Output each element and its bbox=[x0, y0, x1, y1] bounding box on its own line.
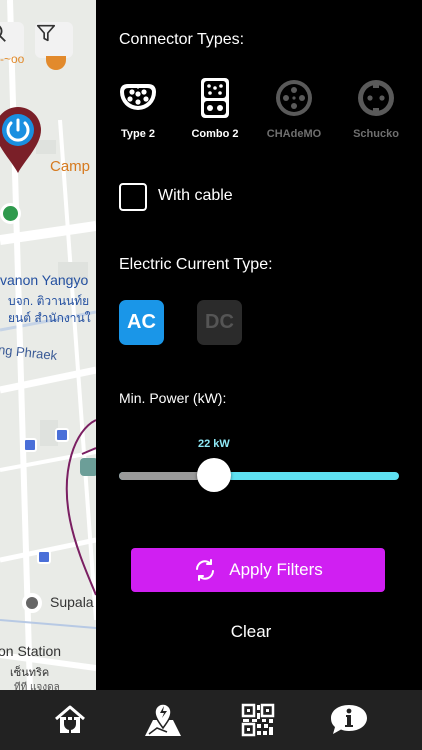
grey-poi-icon[interactable] bbox=[22, 593, 42, 613]
map-label-thai-4: ทีที แจงดล bbox=[14, 682, 60, 690]
min-power-slider-thumb[interactable] bbox=[197, 458, 232, 492]
connector-combo2-label: Combo 2 bbox=[191, 128, 239, 140]
map-label-station: on Station bbox=[0, 643, 62, 659]
connector-type2[interactable]: Type 2 bbox=[108, 76, 168, 140]
search-icon bbox=[0, 25, 6, 42]
schucko-connector-icon bbox=[358, 80, 394, 116]
apply-filters-button[interactable]: Apply Filters bbox=[131, 548, 385, 592]
nav-info[interactable] bbox=[327, 700, 371, 740]
apply-filters-label: Apply Filters bbox=[229, 560, 323, 579]
connector-schucko[interactable]: Schucko bbox=[346, 76, 406, 140]
map-label-supala: Supala bbox=[50, 594, 94, 610]
connector-schucko-label: Schucko bbox=[353, 128, 399, 140]
clear-filters-button[interactable]: Clear bbox=[96, 622, 406, 642]
home-charger-icon bbox=[55, 705, 85, 733]
connector-combo2[interactable]: Combo 2 bbox=[185, 76, 245, 140]
filter-icon bbox=[36, 24, 56, 42]
min-power-title: Min. Power (kW): bbox=[119, 390, 227, 406]
connector-types-title: Connector Types: bbox=[119, 31, 245, 48]
combo2-connector-icon bbox=[201, 78, 229, 118]
connector-type2-label: Type 2 bbox=[120, 128, 156, 140]
connector-chademo-label: CHAdeMO bbox=[266, 128, 322, 140]
bus-stop-icon[interactable] bbox=[23, 438, 37, 452]
refresh-icon bbox=[196, 559, 215, 581]
current-dc-button[interactable]: DC bbox=[197, 300, 242, 345]
map-route-icon bbox=[145, 703, 181, 736]
bus-stop-icon[interactable] bbox=[37, 550, 51, 564]
info-icon bbox=[331, 705, 367, 734]
with-cable-label[interactable]: With cable bbox=[158, 187, 233, 205]
min-power-slider-track[interactable] bbox=[119, 472, 399, 480]
nav-map-route[interactable] bbox=[141, 700, 185, 740]
nav-home-charger[interactable] bbox=[48, 700, 92, 740]
map-view[interactable]: -~oo Camp vanon Yangyo บจก. ติวานนท์ย ยน… bbox=[0, 0, 96, 690]
filter-panel: Connector Types: Type 2 Combo 2 CHAdeMO … bbox=[96, 0, 422, 690]
map-label-vanon: vanon Yangyo bbox=[0, 272, 89, 288]
qr-code-icon bbox=[241, 703, 275, 737]
green-poi-icon[interactable] bbox=[0, 203, 21, 224]
with-cable-checkbox[interactable] bbox=[119, 183, 147, 211]
type2-connector-icon bbox=[120, 84, 156, 110]
min-power-value: 22 kW bbox=[198, 438, 230, 450]
connector-chademo[interactable]: CHAdeMO bbox=[264, 76, 324, 140]
map-label-camp: Camp bbox=[50, 158, 91, 175]
power-marker-icon[interactable] bbox=[0, 105, 43, 175]
bus-stop-icon[interactable] bbox=[55, 428, 69, 442]
lock-poi-icon[interactable] bbox=[80, 458, 96, 476]
current-ac-button[interactable]: AC bbox=[119, 300, 164, 345]
filter-map-button[interactable] bbox=[35, 22, 73, 58]
map-label-thai-3: เซ็นทริค bbox=[10, 667, 50, 679]
current-type-title: Electric Current Type: bbox=[119, 256, 273, 273]
nav-qr-code[interactable] bbox=[236, 700, 280, 740]
map-label-thai-2: ยนต์ สำนักงานใ bbox=[8, 311, 91, 325]
bottom-navigation bbox=[0, 690, 422, 750]
chademo-connector-icon bbox=[276, 80, 312, 116]
map-label-partial: -~oo bbox=[0, 52, 25, 66]
